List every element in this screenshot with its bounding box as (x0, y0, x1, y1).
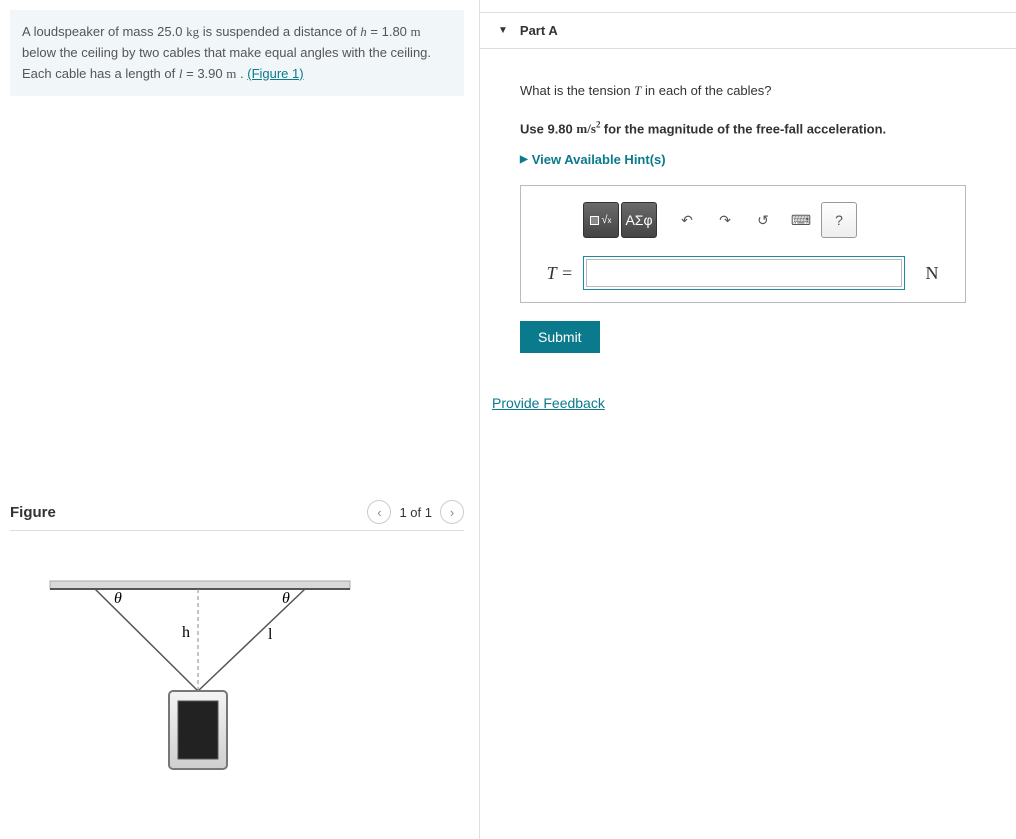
theta-right-label: θ (282, 590, 290, 607)
g-value: 9.80 (547, 121, 572, 136)
instruction-line: Use 9.80 m/s2 for the magnitude of the f… (520, 119, 986, 139)
T-var: T (634, 83, 641, 98)
answer-variable: T = (537, 263, 573, 284)
left-panel: A loudspeaker of mass 25.0 kg is suspend… (0, 0, 480, 839)
l-label: l (268, 626, 273, 643)
use-text: for the magnitude of the free-fall accel… (604, 121, 886, 136)
figure-nav-text: 1 of 1 (399, 505, 432, 520)
eq: = (186, 66, 197, 81)
part-a-header[interactable]: ▼ Part A (480, 12, 1016, 49)
help-button[interactable]: ? (821, 202, 857, 238)
expand-icon: ▶ (520, 154, 528, 165)
question-text: in each of the cables? (645, 83, 771, 98)
provide-feedback-link[interactable]: Provide Feedback (492, 395, 605, 411)
right-panel: ▼ Part A What is the tension T in each o… (480, 0, 1016, 839)
templates-button[interactable]: √x (583, 202, 619, 238)
answer-box: √x ΑΣφ ↶ ↷ ↺ ⌨ ? T = N (520, 185, 966, 303)
figure-next-button[interactable]: › (440, 500, 464, 524)
part-a-body: What is the tension T in each of the cab… (480, 49, 1016, 367)
h-unit: m (411, 24, 421, 39)
figure-prev-button[interactable]: ‹ (367, 500, 391, 524)
figure-scroll-area[interactable]: θ θ h l (10, 541, 390, 791)
redo-button[interactable]: ↷ (707, 202, 743, 238)
question-text: What is the tension (520, 83, 634, 98)
figure-link[interactable]: (Figure 1) (247, 66, 303, 81)
use-text: Use (520, 121, 547, 136)
l-value: 3.90 (197, 66, 222, 81)
divider (10, 530, 464, 531)
l-var: l (179, 66, 183, 81)
reset-button[interactable]: ↺ (745, 202, 781, 238)
eq: = (370, 24, 381, 39)
unit-sup: 2 (596, 120, 601, 130)
h-label: h (182, 624, 190, 641)
unit-m: m (576, 121, 587, 136)
theta-left-label: θ (114, 590, 122, 607)
h-var: h (360, 24, 367, 39)
problem-statement: A loudspeaker of mass 25.0 kg is suspend… (10, 10, 464, 96)
view-hints-link[interactable]: ▶ View Available Hint(s) (520, 152, 986, 167)
figure-svg: θ θ h l (10, 541, 370, 781)
submit-button[interactable]: Submit (520, 321, 600, 353)
keyboard-button[interactable]: ⌨ (783, 202, 819, 238)
equation-toolbar: √x ΑΣφ ↶ ↷ ↺ ⌨ ? (583, 202, 857, 238)
problem-text: A loudspeaker of mass (22, 24, 157, 39)
answer-input[interactable] (586, 259, 902, 287)
undo-button[interactable]: ↶ (669, 202, 705, 238)
mass-value: 25.0 (157, 24, 182, 39)
answer-unit: N (915, 263, 949, 284)
answer-input-wrap (583, 256, 905, 290)
h-value: 1.80 (382, 24, 407, 39)
figure-title: Figure (10, 504, 56, 521)
figure-nav: ‹ 1 of 1 › (367, 500, 464, 524)
problem-text: is suspended a distance of (203, 24, 361, 39)
figure-panel: Figure ‹ 1 of 1 › (10, 500, 464, 791)
hints-label: View Available Hint(s) (532, 152, 666, 167)
part-title: Part A (520, 23, 558, 38)
mass-unit: kg (186, 24, 199, 39)
collapse-icon: ▼ (498, 25, 508, 36)
question-line: What is the tension T in each of the cab… (520, 81, 986, 101)
l-unit: m (226, 66, 236, 81)
greek-button[interactable]: ΑΣφ (621, 202, 657, 238)
